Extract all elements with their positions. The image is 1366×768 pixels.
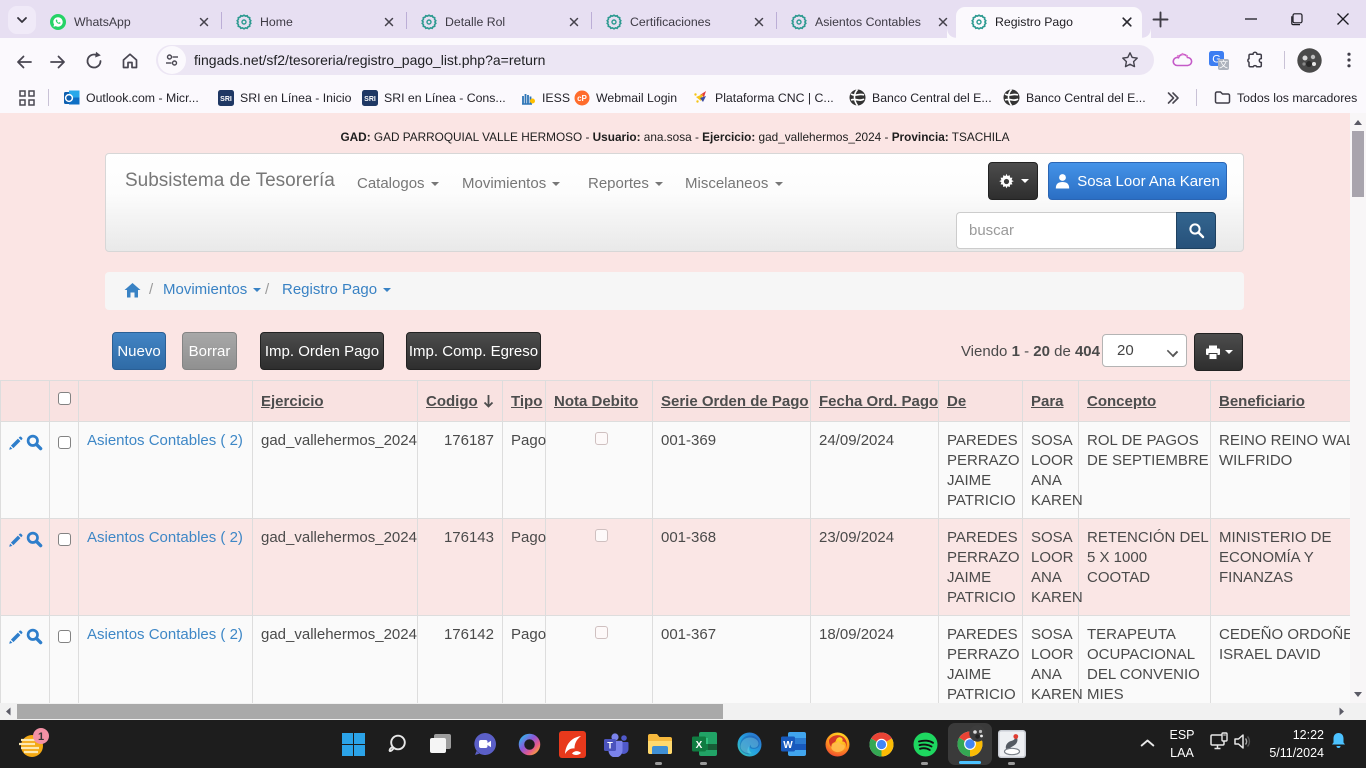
svg-text:T: T bbox=[607, 740, 613, 750]
svg-text:W: W bbox=[783, 740, 793, 751]
svg-text:SRI: SRI bbox=[220, 96, 232, 103]
svg-text:X: X bbox=[695, 740, 702, 751]
svg-text:文: 文 bbox=[1219, 59, 1228, 70]
svg-text:1: 1 bbox=[38, 731, 44, 743]
svg-text:SRI: SRI bbox=[364, 96, 376, 103]
svg-text:cP: cP bbox=[577, 94, 587, 103]
